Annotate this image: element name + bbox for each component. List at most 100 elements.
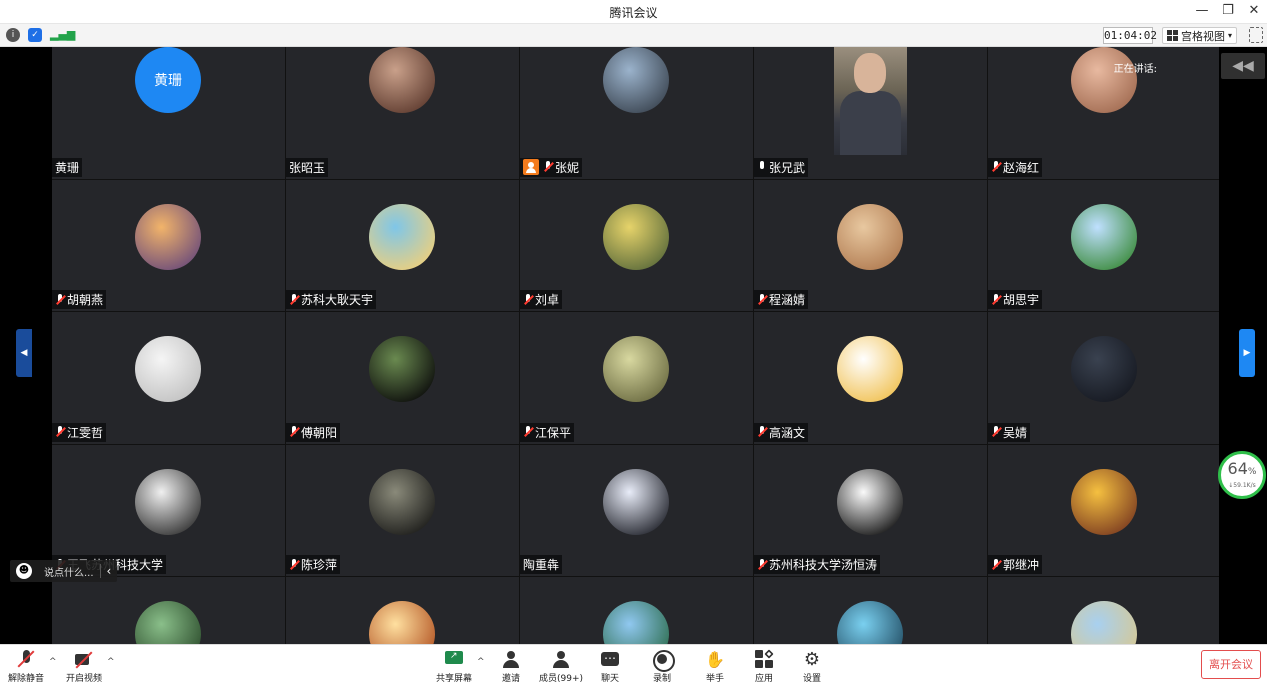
- unmute-button[interactable]: 解除静音: [8, 648, 44, 684]
- participant-name-tag: 郭继冲: [988, 555, 1043, 574]
- participant-avatar: [1071, 47, 1137, 113]
- view-mode-button[interactable]: 宫格视图 ▾: [1162, 27, 1238, 44]
- mic-on-icon: [757, 161, 767, 173]
- invite-button[interactable]: 邀请: [500, 648, 522, 684]
- participant-tile[interactable]: 吴婧: [988, 312, 1219, 444]
- participant-name-tag: 傅朝阳: [286, 422, 341, 442]
- participant-tile[interactable]: 刘卓: [520, 179, 753, 311]
- participant-avatar: [603, 601, 669, 644]
- emoji-icon[interactable]: ☻: [16, 563, 32, 579]
- mic-muted-icon: [991, 558, 1001, 571]
- participant-tile[interactable]: 陶重犇: [520, 444, 753, 576]
- participant-tile[interactable]: 胡思宇: [988, 179, 1219, 311]
- participant-name-tag: 程涵婧: [754, 290, 809, 309]
- close-icon[interactable]: ✕: [1247, 2, 1261, 20]
- video-options-chevron-icon[interactable]: ^: [107, 657, 115, 667]
- prev-page-button[interactable]: ◀: [16, 329, 32, 377]
- participant-tile[interactable]: 赵海红: [988, 47, 1219, 179]
- record-button[interactable]: 录制: [651, 648, 675, 684]
- share-screen-icon: [443, 648, 465, 670]
- participant-tile[interactable]: [988, 577, 1219, 644]
- audio-options-chevron-icon[interactable]: ^: [49, 657, 57, 667]
- participant-tile[interactable]: [286, 577, 519, 644]
- shield-icon[interactable]: ✓: [28, 28, 42, 42]
- members-label: 成员(99+): [539, 674, 584, 684]
- mic-muted-icon: [523, 293, 533, 306]
- signal-icon[interactable]: ▂▄▆: [50, 28, 75, 42]
- participant-avatar: [135, 601, 201, 644]
- settings-label: 设置: [802, 674, 821, 684]
- participant-tile[interactable]: 张妮: [520, 47, 753, 179]
- fullscreen-icon[interactable]: [1249, 27, 1263, 43]
- participant-tile[interactable]: 苏科大耿天宇: [286, 179, 519, 311]
- participant-avatar: [135, 336, 201, 402]
- participant-name-tag: 陈珍萍: [286, 555, 341, 574]
- collapse-chat-icon[interactable]: ‹: [99, 564, 118, 578]
- mic-muted-icon: [289, 558, 299, 571]
- start-video-button[interactable]: 开启视频: [66, 648, 102, 684]
- participant-name: 程涵婧: [769, 293, 806, 307]
- participant-name: 江保平: [535, 425, 572, 440]
- participant-tile[interactable]: 程涵婧: [754, 179, 987, 311]
- invite-icon: [500, 648, 522, 670]
- participant-name: 陈珍萍: [301, 558, 338, 572]
- chat-button[interactable]: 聊天: [599, 648, 621, 684]
- participant-name: 赵海红: [1003, 160, 1040, 175]
- speaking-indicator: 正在讲话:: [1113, 64, 1157, 75]
- raise-hand-button[interactable]: ✋ 举手: [704, 648, 726, 685]
- participant-avatar: [1071, 336, 1137, 402]
- participant-tile[interactable]: [52, 577, 285, 644]
- mic-muted-icon: [757, 426, 767, 438]
- participant-avatar: [837, 601, 903, 644]
- minimize-icon[interactable]: —: [1195, 2, 1209, 20]
- next-page-button[interactable]: ▶: [1239, 329, 1255, 377]
- quick-chat[interactable]: ☻ 说点什么... ‹: [10, 560, 118, 582]
- participant-avatar: [1071, 203, 1137, 270]
- participant-avatar: [1071, 601, 1137, 644]
- participant-tile[interactable]: 张昭玉: [286, 47, 519, 179]
- participant-tile[interactable]: 郭继冲: [988, 444, 1219, 576]
- participant-avatar: [369, 203, 435, 270]
- view-mode-label: 宫格视图: [1181, 29, 1225, 43]
- mic-muted-icon: [15, 648, 37, 670]
- participant-tile[interactable]: 陈珍萍: [286, 444, 519, 576]
- participant-tile[interactable]: 张兄武: [754, 47, 987, 179]
- network-monitor[interactable]: 64% ↓59.1K/s: [1218, 451, 1266, 499]
- info-icon[interactable]: i: [6, 28, 20, 42]
- participant-name: 刘卓: [535, 293, 560, 307]
- participant-tile[interactable]: 江保平: [520, 312, 753, 444]
- meeting-timer: 01:04:02: [1103, 27, 1157, 44]
- settings-button[interactable]: ⚙ 设置: [801, 648, 823, 685]
- participant-tile[interactable]: 高涵文: [754, 312, 987, 444]
- participant-name-tag: 苏科大耿天宇: [286, 290, 377, 309]
- status-icons: i ✓ ▂▄▆: [6, 28, 75, 42]
- meeting-stage: 黄珊 黄珊 张昭玉 张妮 张兄武赵海红胡朝燕 苏科大耿天宇 刘卓 程涵婧 胡思宇江雯哲 傅朝阳 江保…: [0, 47, 1267, 644]
- participant-name: 张妮: [555, 160, 580, 175]
- speaking-panel-toggle[interactable]: ◀◀: [1221, 53, 1265, 79]
- participant-name: 胡思宇: [1003, 293, 1040, 307]
- leave-meeting-button[interactable]: 离开会议: [1201, 650, 1261, 679]
- participant-tile[interactable]: 江雯哲: [52, 312, 285, 444]
- apps-button[interactable]: 应用: [753, 648, 775, 684]
- participant-name-tag: 张昭玉: [286, 157, 329, 177]
- participant-tile[interactable]: 傅朝阳: [286, 312, 519, 444]
- restore-icon[interactable]: ❐: [1221, 2, 1235, 20]
- mic-muted-icon: [523, 426, 533, 438]
- share-screen-button[interactable]: 共享屏幕: [436, 648, 472, 684]
- participant-avatar: [603, 336, 669, 402]
- participant-tile[interactable]: [520, 577, 753, 644]
- chat-label: 聊天: [600, 674, 619, 684]
- participant-tile[interactable]: 胡朝燕: [52, 179, 285, 311]
- members-button[interactable]: 成员(99+): [539, 648, 583, 684]
- window-title: 腾讯会议: [609, 6, 658, 20]
- share-options-chevron-icon[interactable]: ^: [477, 657, 485, 667]
- participant-tile[interactable]: [754, 577, 987, 644]
- chat-input[interactable]: 说点什么...: [38, 564, 100, 579]
- hand-icon: ✋: [705, 649, 725, 669]
- participant-tile[interactable]: 王飞苏州科技大学: [52, 444, 285, 576]
- participant-avatar: [135, 468, 201, 535]
- participant-tile[interactable]: 苏州科技大学汤恒涛: [754, 444, 987, 576]
- participant-name-tag: 吴婧: [988, 422, 1031, 442]
- share-screen-label: 共享屏幕: [436, 674, 473, 684]
- participant-tile[interactable]: 黄珊 黄珊: [52, 47, 285, 179]
